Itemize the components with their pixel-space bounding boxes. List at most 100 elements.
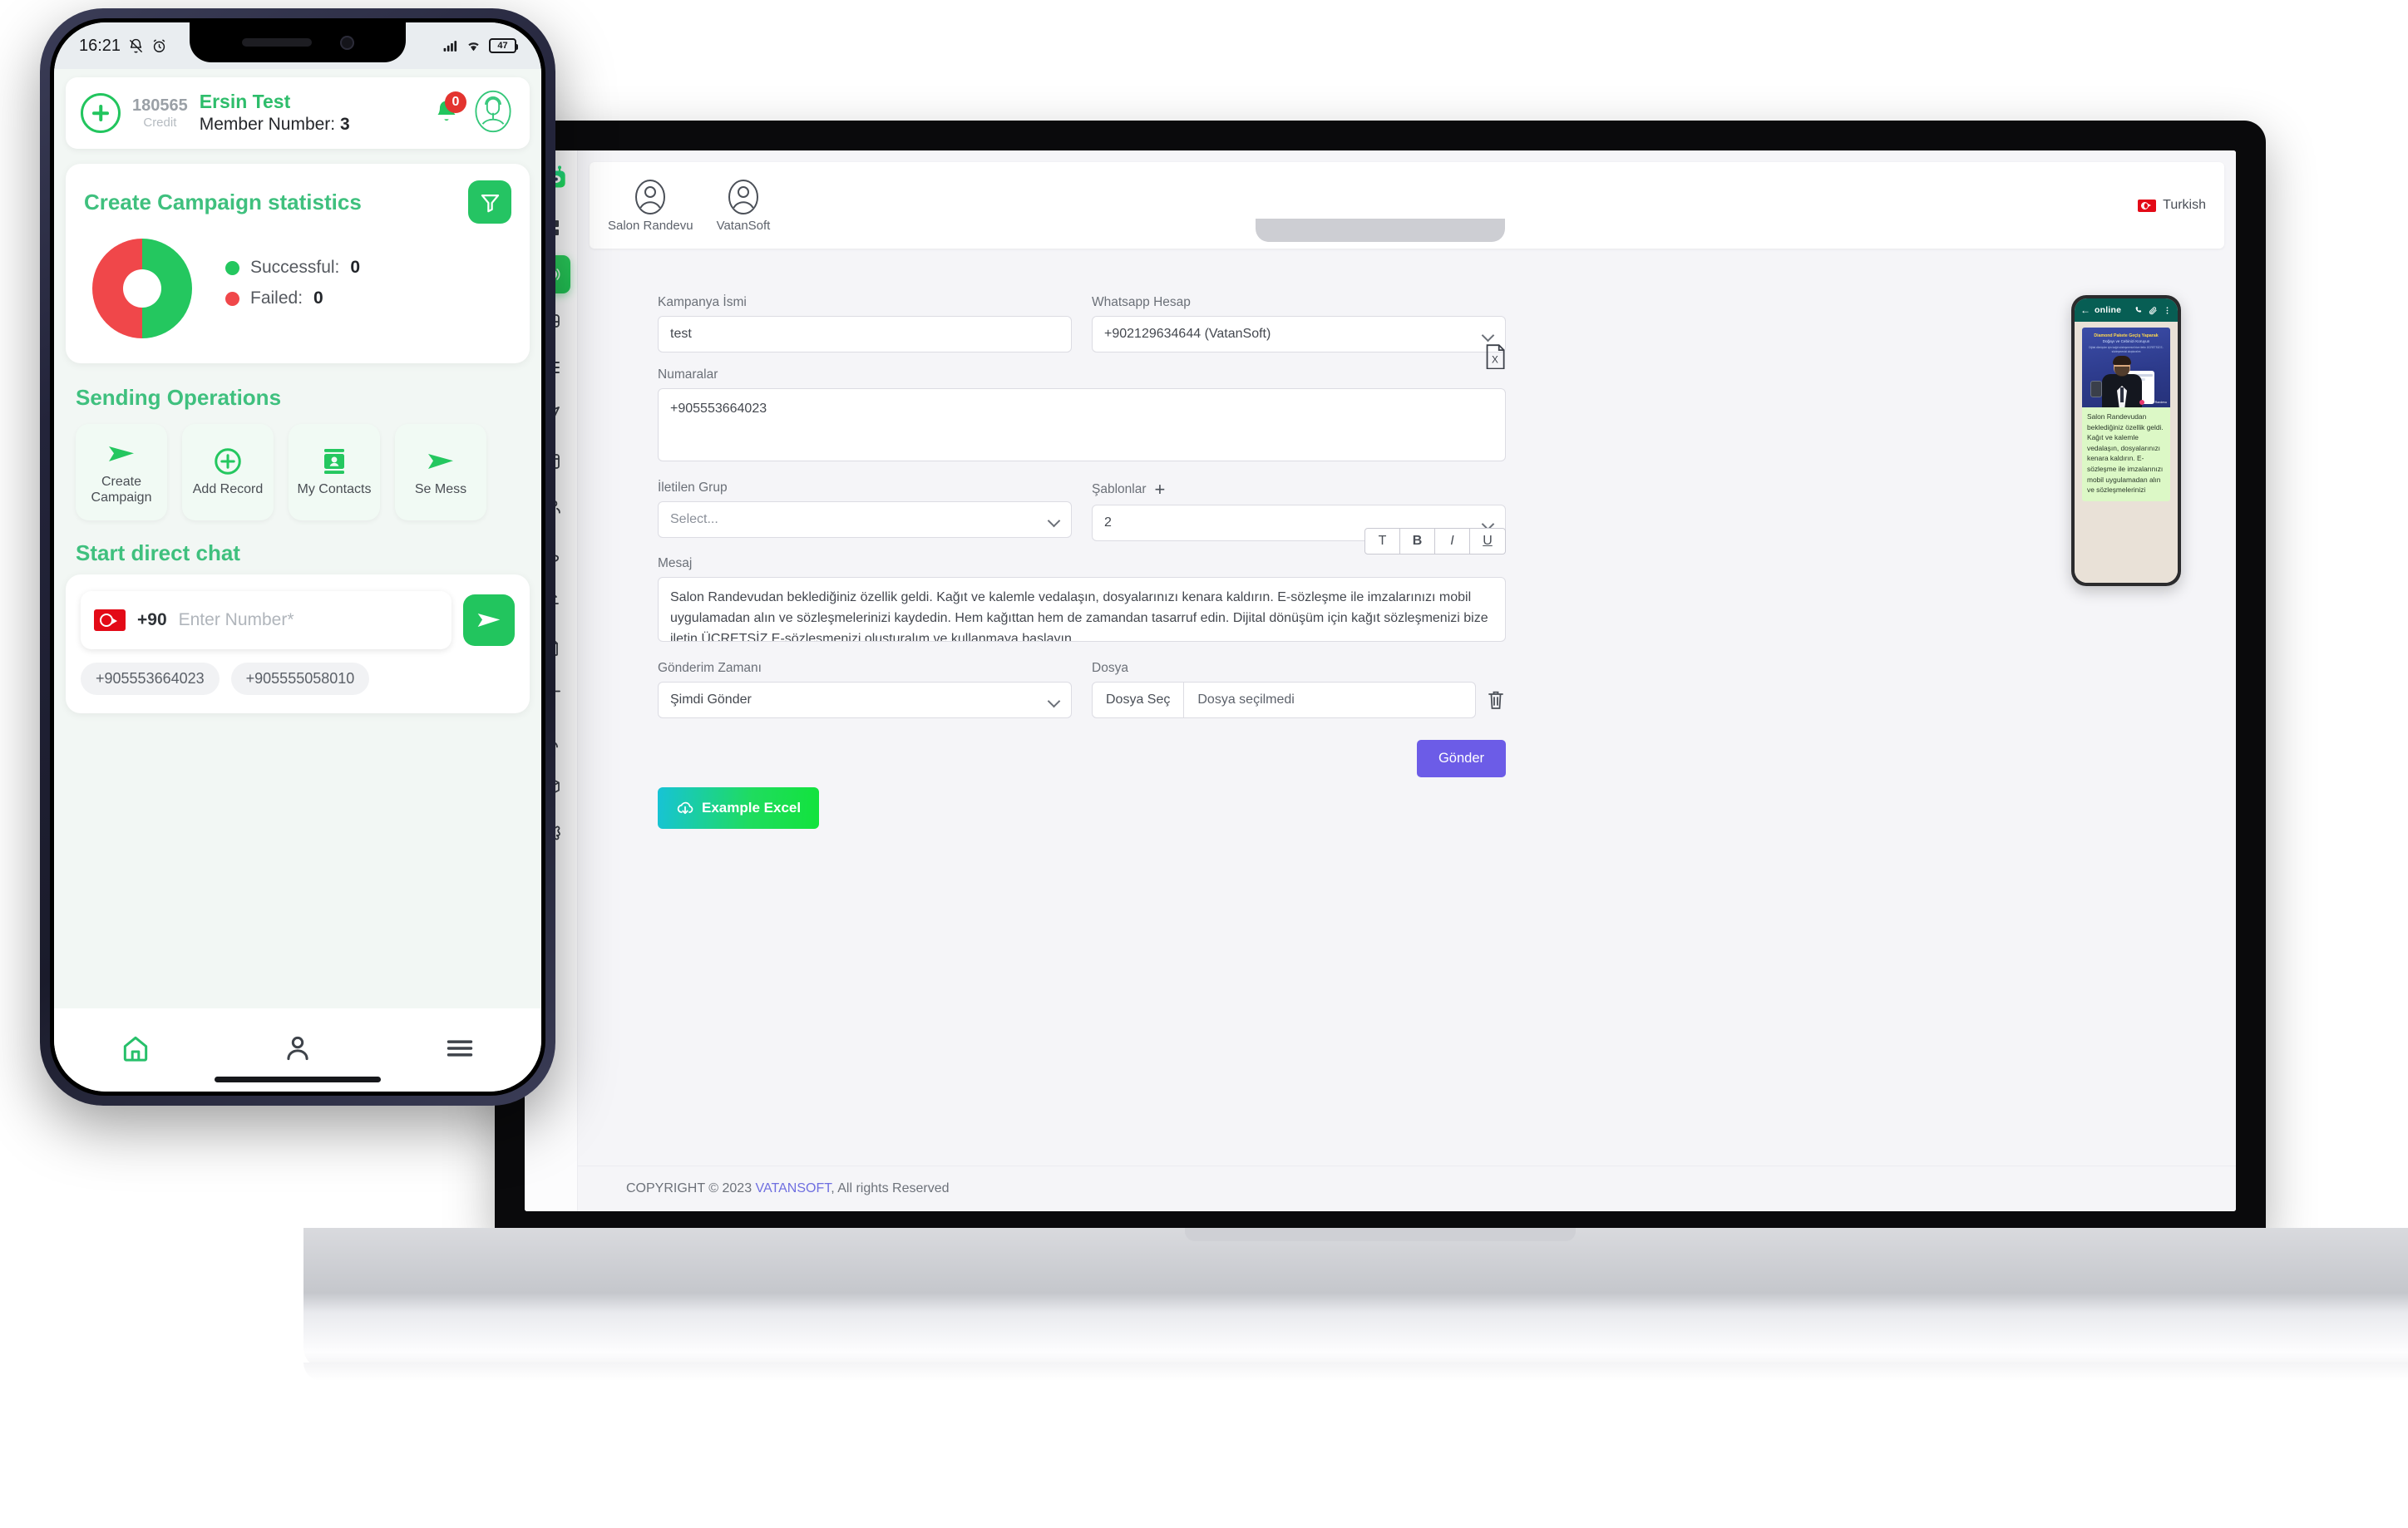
app-body: Kampanya İsmi Whatsapp Hesap +9021296346… — [578, 249, 2236, 1166]
group-field: İletilen Grup Select... — [658, 481, 1072, 541]
laptop-screen: Salon Randevu VatanSoft Turkish Kampanya… — [525, 150, 2236, 1211]
cloud-download-icon — [677, 801, 693, 815]
campaign-statistics-card: Create Campaign statistics Successful: 0… — [66, 164, 530, 363]
status-right: 47 — [442, 38, 518, 54]
file-choose-button[interactable]: Dosya Seç — [1093, 683, 1185, 717]
direct-chat-title: Start direct chat — [76, 540, 240, 565]
bell-off-icon — [129, 38, 143, 53]
campaign-name-label: Kampanya İsmi — [658, 295, 747, 309]
form-row-3: Gönderim Zamanı Şimdi Gönder Dosya Dosya… — [658, 661, 1506, 718]
trash-bin-icon[interactable] — [1486, 689, 1506, 711]
credit-label: Credit — [143, 115, 177, 130]
file-input[interactable]: Dosya Seç Dosya seçilmedi — [1092, 682, 1476, 718]
whatsapp-preview-topbar: ← online — [2075, 298, 2178, 322]
message-format-toolbar: T B I U — [1364, 528, 1506, 555]
language-selector[interactable]: Turkish — [2138, 198, 2206, 213]
send-time-select[interactable]: Şimdi Gönder — [658, 682, 1072, 718]
member-number: 3 — [339, 114, 350, 134]
phone-speaker — [241, 38, 312, 47]
legend-label-failed: Failed: — [250, 288, 303, 308]
phone-icon[interactable] — [2134, 306, 2144, 315]
whatsapp-message-bubble: Diamond Pakete Geçiş Yaparak Doğayı ve C… — [2082, 328, 2170, 501]
screenshot-stage: Salon Randevu VatanSoft Turkish Kampanya… — [0, 0, 2408, 1528]
footer-brand[interactable]: VATANSOFT — [756, 1181, 831, 1195]
paperclip-icon[interactable] — [2149, 306, 2158, 315]
alarm-icon — [153, 38, 165, 52]
op-label: My Contacts — [297, 482, 372, 497]
format-underline-button[interactable]: U — [1470, 529, 1505, 554]
laptop-base — [303, 1228, 2408, 1369]
nav-profile[interactable] — [282, 1033, 313, 1068]
wifi-icon — [468, 42, 479, 51]
phone-number-input[interactable]: +90 Enter Number* — [81, 591, 452, 649]
whatsapp-chat-body: Diamond Pakete Geçiş Yaparak Doğayı ve C… — [2075, 322, 2178, 583]
recent-numbers: +905553664023 +905555058010 — [81, 663, 515, 695]
notification-bell-icon[interactable]: 0 — [433, 91, 466, 129]
op-add-record[interactable]: Add Record — [182, 424, 274, 520]
chevron-down-icon: Select... — [658, 501, 1072, 538]
format-text-button[interactable]: T — [1365, 529, 1400, 554]
op-my-contacts[interactable]: My Contacts — [289, 424, 380, 520]
op-label: Se Mess — [414, 482, 467, 497]
nav-menu[interactable] — [444, 1033, 476, 1068]
add-circle-icon[interactable] — [81, 93, 121, 133]
filter-funnel-icon[interactable] — [468, 180, 511, 224]
recent-number-chip[interactable]: +905553664023 — [81, 663, 220, 695]
sending-operations-list[interactable]: Create Campaign Add Record My Contacts S… — [54, 411, 541, 535]
example-excel-button[interactable]: Example Excel — [658, 787, 820, 829]
whatsapp-account-select[interactable]: +902129634644 (VatanSoft) — [1092, 316, 1506, 352]
send-plane-icon — [109, 446, 134, 461]
member-label: Member Number: — [199, 114, 336, 134]
recent-number-chip[interactable]: +905555058010 — [230, 663, 370, 695]
plus-icon[interactable]: + — [1155, 481, 1166, 499]
submit-row: Gönder — [658, 740, 1506, 777]
group-label: İletilen Grup — [658, 481, 728, 495]
campaign-name-input[interactable] — [658, 316, 1072, 352]
menu-hamburger-icon — [447, 1039, 473, 1057]
contact-card-icon — [324, 449, 344, 475]
support-agent-avatar-icon[interactable] — [471, 90, 515, 137]
file-field: Dosya Dosya Seç Dosya seçilmedi — [1092, 661, 1506, 718]
phone-home-indicator — [215, 1077, 381, 1082]
phone-camera — [339, 35, 354, 50]
direct-chat-send-button[interactable] — [463, 594, 515, 646]
templates-label: Şablonlar — [1092, 482, 1147, 496]
legend-dot-successful — [225, 260, 239, 275]
op-send-message[interactable]: Se Mess — [395, 424, 486, 520]
whatsapp-account-field: Whatsapp Hesap +902129634644 (VatanSoft) — [1092, 295, 1506, 352]
chevron-down-icon: Şimdi Gönder — [658, 682, 1072, 718]
turkey-flag-icon — [2138, 199, 2157, 212]
more-vertical-icon[interactable] — [2163, 306, 2172, 315]
message-textarea[interactable]: Salon Randevudan beklediğiniz özellik ge… — [658, 577, 1506, 642]
excel-file-icon[interactable]: X — [1484, 343, 1506, 370]
op-create-campaign[interactable]: Create Campaign — [76, 424, 167, 520]
message-label: Mesaj — [658, 556, 693, 570]
send-button[interactable]: Gönder — [1416, 740, 1506, 777]
nav-home[interactable] — [120, 1033, 151, 1068]
banner-subheading: Doğayı ve Cebinizi Koruyun — [2102, 339, 2150, 343]
group-select[interactable]: Select... — [658, 501, 1072, 538]
arrow-left-icon[interactable]: ← — [2080, 305, 2090, 315]
format-bold-button[interactable]: B — [1400, 529, 1435, 554]
campaign-banner-image: Diamond Pakete Geçiş Yaparak Doğayı ve C… — [2082, 328, 2170, 407]
format-italic-button[interactable]: I — [1435, 529, 1470, 554]
op-label: Add Record — [192, 482, 264, 497]
account-vatansoft[interactable]: VatanSoft — [717, 178, 770, 233]
phone-mockup: 16:21 47 180565 Credit Ersin Test Member… — [40, 8, 555, 1106]
file-picker: Dosya Seç Dosya seçilmedi — [1092, 682, 1506, 718]
account-salon-randevu[interactable]: Salon Randevu — [608, 178, 693, 233]
svg-text:X: X — [1492, 353, 1498, 365]
numbers-label: Numaralar — [658, 367, 718, 382]
file-status-text: Dosya seçilmedi — [1197, 693, 1295, 707]
footer-prefix: COPYRIGHT © 2023 — [626, 1181, 756, 1195]
campaign-form: Kampanya İsmi Whatsapp Hesap +9021296346… — [658, 295, 1506, 829]
account-label: Salon Randevu — [608, 219, 693, 233]
numbers-textarea[interactable]: +905553664023 — [658, 388, 1506, 461]
op-label: Create Campaign — [91, 474, 152, 505]
legend-value-failed: 0 — [313, 288, 323, 308]
phone-bezel: 16:21 47 180565 Credit Ersin Test Member… — [50, 18, 545, 1096]
form-row-1: Kampanya İsmi Whatsapp Hesap +9021296346… — [658, 295, 1506, 352]
sending-operations-title: Sending Operations — [76, 385, 282, 410]
laptop-foot — [303, 1363, 2408, 1381]
legend-label-successful: Successful: — [250, 258, 340, 277]
